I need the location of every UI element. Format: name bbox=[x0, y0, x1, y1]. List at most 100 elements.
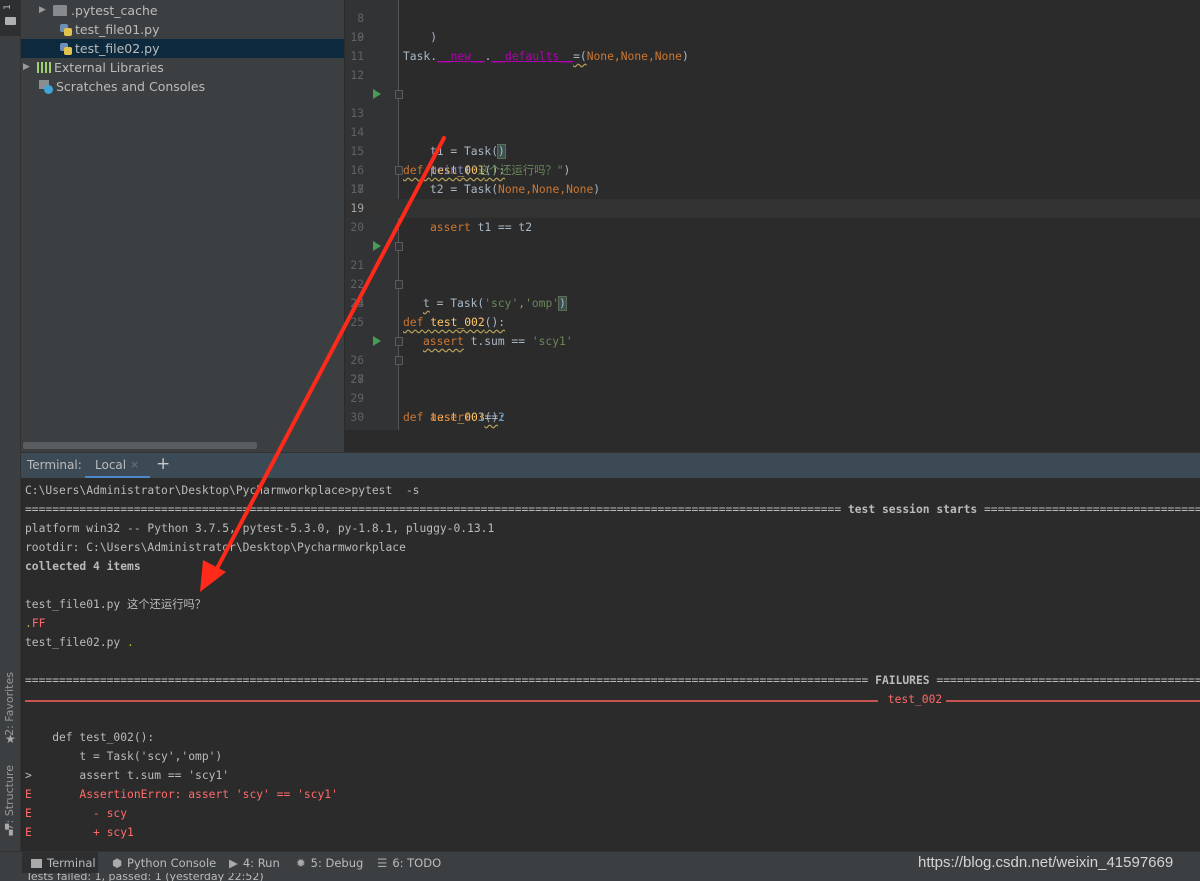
tool-tab-label: 5: Debug bbox=[310, 856, 364, 870]
tool-tab-terminal[interactable]: Terminal bbox=[22, 852, 98, 874]
code-editor[interactable]: 8 ) 9 Task.__new__.__defaults__=(None,No… bbox=[345, 0, 1200, 452]
code-line: 25 bbox=[345, 313, 1200, 332]
code-line: 18 bbox=[345, 180, 1200, 199]
terminal-line-failures-header: ========================================… bbox=[25, 674, 1200, 687]
folder-icon bbox=[5, 17, 16, 25]
run-test-icon[interactable] bbox=[373, 336, 381, 346]
tree-item-label: test_file01.py bbox=[75, 22, 160, 37]
folder-icon bbox=[53, 5, 67, 16]
code-line: 26 def test_003(): bbox=[345, 332, 1200, 424]
favorites-tool-tab[interactable]: 2: Favorites bbox=[3, 672, 16, 736]
terminal-line-tb-error: E AssertionError: assert 'scy' == 'scy1' bbox=[25, 788, 338, 801]
horizontal-scrollbar[interactable] bbox=[23, 442, 257, 449]
tree-item-test-file01[interactable]: test_file01.py bbox=[60, 20, 160, 39]
line-number: 30 bbox=[350, 411, 364, 424]
terminal-line-file01-result: .FF bbox=[25, 617, 46, 630]
tree-item-external-libraries[interactable]: ▶ External Libraries bbox=[23, 58, 164, 77]
fold-icon[interactable] bbox=[395, 90, 403, 99]
terminal-line-session-header: ========================================… bbox=[25, 503, 1200, 516]
project-tool-tab[interactable]: 1 bbox=[0, 0, 21, 36]
python-file-icon bbox=[60, 23, 72, 36]
terminal-icon bbox=[31, 859, 42, 868]
tool-tab-run[interactable]: ▶ 4: Run bbox=[229, 852, 280, 874]
scratches-icon bbox=[39, 79, 53, 94]
code-line: 30 bbox=[345, 408, 1200, 427]
code-line: 28 bbox=[345, 370, 1200, 389]
line-number: 25 bbox=[350, 316, 364, 329]
code-line: 15 print("这个还运行吗？") bbox=[345, 123, 1200, 177]
todo-icon: ☰ bbox=[377, 856, 388, 870]
terminal-line-failed-test: test_002 bbox=[881, 693, 950, 706]
status-bar: Tests failed: 1, passed: 1 (yesterday 22… bbox=[0, 873, 1200, 881]
close-icon[interactable]: × bbox=[130, 458, 139, 471]
tool-tab-label: 4: Run bbox=[242, 856, 280, 870]
tool-tab-debug[interactable]: ✹ 5: Debug bbox=[296, 852, 363, 874]
fold-icon[interactable] bbox=[395, 337, 403, 346]
terminal-line-tb-def: def test_002(): bbox=[25, 731, 155, 744]
expand-arrow-icon[interactable]: ▶ bbox=[23, 58, 37, 77]
structure-icon[interactable]: ▚ bbox=[5, 825, 13, 836]
line-number: 18 bbox=[350, 183, 364, 196]
code-line: 9 Task.__new__.__defaults__=(None,None,N… bbox=[345, 9, 1200, 63]
editor-scroll-area bbox=[345, 430, 1200, 452]
tool-tab-todo[interactable]: ☰ 6: TODO bbox=[377, 852, 441, 874]
line-number: 29 bbox=[350, 392, 364, 405]
tree-item-label: Scratches and Consoles bbox=[56, 79, 206, 94]
star-icon[interactable]: ★ bbox=[5, 732, 16, 746]
code-line: 16 t2 = Task(None,None,None) bbox=[345, 142, 1200, 196]
terminal-label: Terminal: bbox=[27, 458, 82, 472]
terminal-line-rootdir: rootdir: C:\Users\Administrator\Desktop\… bbox=[25, 541, 406, 554]
new-terminal-button[interactable]: + bbox=[156, 454, 170, 474]
fold-icon[interactable] bbox=[395, 166, 403, 175]
left-tool-strip: 1 2: Favorites ★ 7: Structure ▚ bbox=[0, 0, 21, 851]
terminal-line-file01: test_file01.py 这个还运行吗？ bbox=[25, 598, 207, 611]
structure-tool-tab[interactable]: 7: Structure bbox=[3, 765, 16, 830]
code-line: 14 t1 = Task() bbox=[345, 104, 1200, 159]
terminal-line-file02: test_file02.py . bbox=[25, 636, 134, 649]
terminal-line-collected: collected 4 items bbox=[25, 560, 141, 573]
line-number: 28 bbox=[350, 373, 364, 386]
failure-rule-left bbox=[25, 700, 878, 702]
code-line: 13 def test_001(): bbox=[345, 85, 1200, 177]
terminal-line-tb-plus: E + scy1 bbox=[25, 826, 134, 839]
line-number: 11 bbox=[350, 50, 364, 63]
line-number: 12 bbox=[350, 69, 364, 82]
status-text: Tests failed: 1, passed: 1 (yesterday 22… bbox=[26, 873, 264, 881]
terminal-tab-local[interactable]: Local × bbox=[85, 453, 150, 479]
project-tree-panel: ▶ .pytest_cache test_file01.py test_file… bbox=[21, 0, 344, 452]
tree-item-scratches[interactable]: Scratches and Consoles bbox=[39, 77, 205, 96]
bottom-tool-bar: Terminal ⬢ Python Console ▶ 4: Run ✹ 5: Deb… bbox=[0, 851, 1200, 874]
line-number: 10 bbox=[350, 31, 364, 44]
code-line: 11 bbox=[345, 47, 1200, 66]
terminal-tab-label: Local bbox=[95, 458, 127, 472]
failure-rule-right bbox=[946, 700, 1200, 702]
fold-icon[interactable] bbox=[395, 356, 403, 365]
line-number: 24 bbox=[350, 297, 364, 310]
tool-tab-label: Python Console bbox=[127, 856, 217, 870]
fold-icon[interactable] bbox=[395, 242, 403, 251]
expand-arrow-icon[interactable]: ▶ bbox=[39, 1, 53, 20]
run-test-icon[interactable] bbox=[373, 89, 381, 99]
python-console-icon: ⬢ bbox=[112, 856, 123, 870]
tool-tab-label: 6: TODO bbox=[392, 856, 442, 870]
tree-item-pytest-cache[interactable]: ▶ .pytest_cache bbox=[39, 1, 158, 20]
tool-tab-label: Terminal bbox=[47, 856, 96, 870]
terminal-output[interactable]: C:\Users\Administrator\Desktop\Pycharmwo… bbox=[21, 478, 1200, 851]
tree-item-test-file02[interactable]: test_file02.py bbox=[21, 39, 344, 58]
run-test-icon[interactable] bbox=[373, 241, 381, 251]
library-icon bbox=[37, 62, 51, 73]
tool-tab-python-console[interactable]: ⬢ Python Console bbox=[112, 852, 216, 874]
fold-icon[interactable] bbox=[395, 280, 403, 289]
code-line: 24 bbox=[345, 294, 1200, 313]
code-line: 23 assert t.sum == 'scy1' bbox=[345, 275, 1200, 348]
code-line: 21 def test_002(): bbox=[345, 237, 1200, 329]
project-tab-number: 1 bbox=[2, 4, 13, 10]
tree-item-label: test_file02.py bbox=[75, 41, 160, 56]
line-number: 20 bbox=[350, 221, 364, 234]
code-line: 27 assert 1==2 bbox=[345, 351, 1200, 424]
debug-icon: ✹ bbox=[296, 856, 306, 870]
terminal-line-platform: platform win32 -- Python 3.7.5, pytest-5… bbox=[25, 522, 495, 535]
terminal-line-tb-assert: > assert t.sum == 'scy1' bbox=[25, 769, 230, 782]
terminal-header: Terminal: Local × + bbox=[21, 452, 1200, 479]
tree-item-label: .pytest_cache bbox=[71, 3, 158, 18]
